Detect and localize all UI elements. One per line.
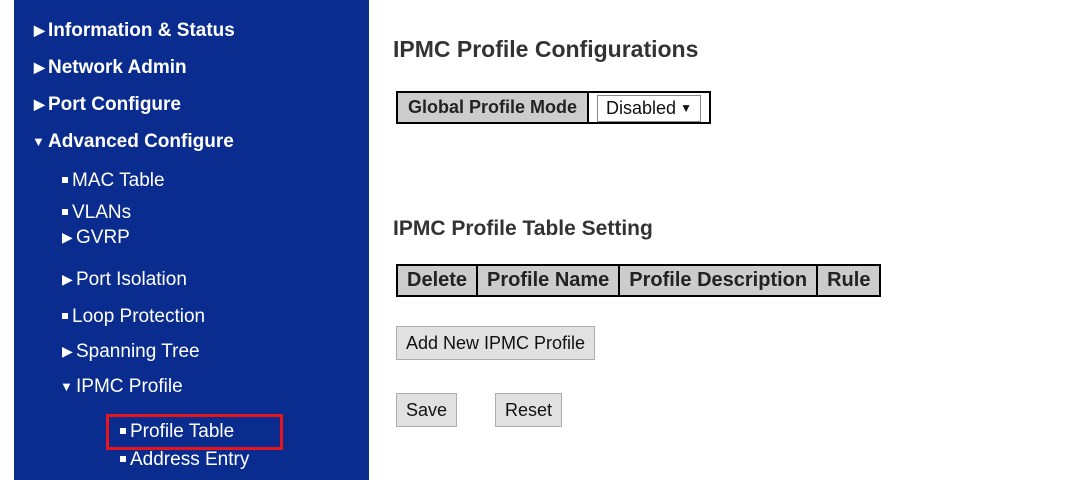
caret-right-icon: ▶ bbox=[62, 343, 73, 359]
sidebar-item-label: MAC Table bbox=[72, 170, 165, 191]
sidebar-item-ipmc-profile[interactable]: ▼ IPMC Profile bbox=[60, 375, 183, 399]
caret-right-icon: ▶ bbox=[34, 22, 45, 38]
caret-right-icon: ▶ bbox=[62, 229, 73, 245]
sidebar-item-mac-table[interactable]: MAC Table bbox=[62, 169, 165, 193]
sidebar-item-address-entry[interactable]: Address Entry bbox=[120, 448, 249, 472]
sidebar-item-spanning-tree[interactable]: ▶ Spanning Tree bbox=[62, 339, 200, 364]
global-profile-mode-label: Global Profile Mode bbox=[398, 93, 590, 122]
sidebar-item-label: Spanning Tree bbox=[76, 341, 200, 362]
global-profile-mode-select[interactable]: Disabled ▼ bbox=[597, 95, 701, 122]
sidebar-item-vlans[interactable]: VLANs bbox=[62, 201, 131, 225]
bullet-icon bbox=[120, 456, 126, 462]
sidebar-item-port-isolation[interactable]: ▶ Port Isolation bbox=[62, 267, 187, 292]
sidebar-item-label: Advanced Configure bbox=[48, 131, 234, 152]
column-header-rule: Rule bbox=[816, 265, 881, 296]
sidebar-item-port-configure[interactable]: ▶ Port Configure bbox=[34, 92, 181, 117]
sidebar-item-network-admin[interactable]: ▶ Network Admin bbox=[34, 55, 187, 80]
caret-right-icon: ▶ bbox=[34, 59, 45, 75]
dropdown-arrow-icon: ▼ bbox=[680, 101, 692, 115]
column-header-profile-name: Profile Name bbox=[476, 265, 620, 296]
column-header-delete: Delete bbox=[397, 265, 478, 296]
reset-button[interactable]: Reset bbox=[495, 393, 563, 427]
bullet-icon bbox=[62, 313, 68, 319]
main-content: IPMC Profile Configurations Global Profi… bbox=[369, 0, 1090, 480]
sidebar-item-label: Loop Protection bbox=[72, 306, 206, 327]
profile-table: Delete Profile Name Profile Description … bbox=[396, 264, 882, 297]
bullet-icon bbox=[62, 177, 68, 183]
sidebar-item-label: Network Admin bbox=[48, 57, 187, 78]
global-profile-mode-cell: Disabled ▼ bbox=[589, 93, 709, 122]
page-title: IPMC Profile Configurations bbox=[393, 36, 699, 62]
sidebar-item-label: VLANs bbox=[72, 202, 132, 223]
section-title: IPMC Profile Table Setting bbox=[393, 217, 653, 240]
caret-down-icon: ▼ bbox=[60, 379, 73, 394]
sidebar-item-label: Port Isolation bbox=[76, 269, 187, 290]
sidebar-item-information-status[interactable]: ▶ Information & Status bbox=[34, 18, 235, 43]
caret-down-icon: ▼ bbox=[32, 134, 45, 149]
sidebar-item-label: GVRP bbox=[76, 227, 130, 248]
selected-value: Disabled bbox=[606, 98, 677, 118]
sidebar-item-advanced-configure[interactable]: ▼ Advanced Configure bbox=[32, 130, 234, 154]
global-profile-mode-row: Global Profile Mode Disabled ▼ bbox=[396, 91, 711, 124]
caret-right-icon: ▶ bbox=[62, 271, 73, 287]
sidebar-item-label: Port Configure bbox=[48, 94, 181, 115]
selected-item-highlight bbox=[106, 414, 283, 450]
save-button[interactable]: Save bbox=[396, 393, 458, 427]
column-header-profile-description: Profile Description bbox=[618, 265, 818, 296]
add-new-ipmc-profile-button[interactable]: Add New IPMC Profile bbox=[396, 326, 596, 360]
sidebar-nav: ▶ Information & Status ▶ Network Admin ▶ Po… bbox=[14, 0, 369, 480]
bullet-icon bbox=[62, 209, 68, 215]
sidebar-item-gvrp[interactable]: ▶ GVRP bbox=[62, 225, 130, 250]
sidebar-item-label: Address Entry bbox=[130, 449, 250, 470]
sidebar-item-label: Information & Status bbox=[48, 20, 235, 41]
sidebar-item-loop-protection[interactable]: Loop Protection bbox=[62, 305, 205, 329]
sidebar-item-label: IPMC Profile bbox=[76, 376, 183, 397]
table-header-row: Delete Profile Name Profile Description … bbox=[397, 265, 881, 296]
caret-right-icon: ▶ bbox=[34, 96, 45, 112]
